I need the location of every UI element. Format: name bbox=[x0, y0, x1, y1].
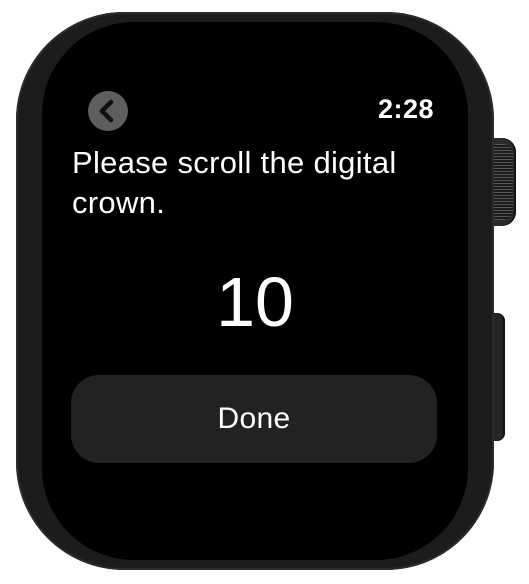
chevron-left-icon bbox=[99, 99, 114, 123]
crown-ridges bbox=[493, 144, 513, 220]
done-button[interactable]: Done bbox=[71, 375, 437, 463]
status-time: 2:28 bbox=[377, 94, 434, 124]
watch-case: 2:28 Please scroll the digital crown. 10… bbox=[16, 12, 494, 570]
back-button[interactable] bbox=[88, 91, 128, 131]
crown-value-display: 10 bbox=[216, 263, 294, 341]
watch-screen: 2:28 Please scroll the digital crown. 10… bbox=[42, 22, 468, 560]
instruction-text: Please scroll the digital crown. bbox=[72, 145, 397, 220]
watch-device: 2:28 Please scroll the digital crown. 10… bbox=[0, 0, 529, 584]
